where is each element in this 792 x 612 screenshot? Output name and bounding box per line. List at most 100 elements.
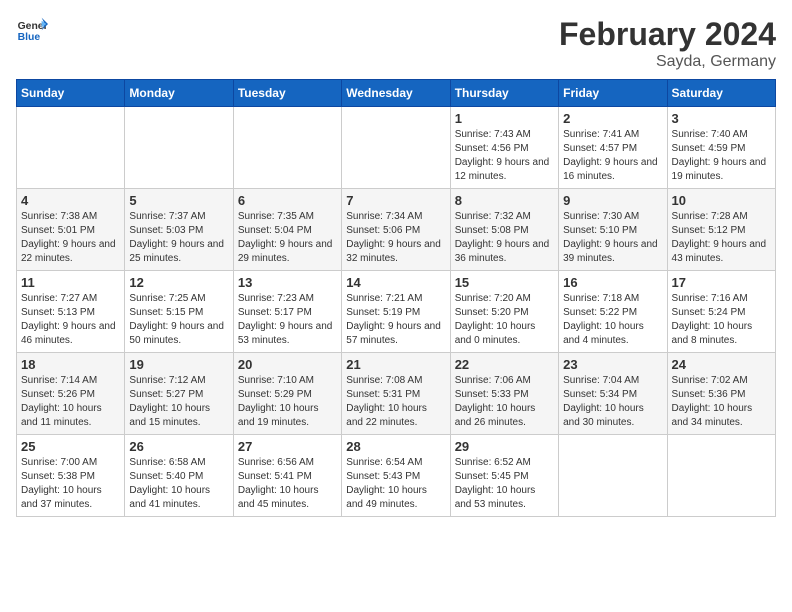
- calendar-cell: 1Sunrise: 7:43 AM Sunset: 4:56 PM Daylig…: [450, 107, 558, 189]
- day-number: 5: [129, 193, 228, 208]
- day-info: Sunrise: 7:18 AM Sunset: 5:22 PM Dayligh…: [563, 292, 662, 348]
- calendar-cell: 14Sunrise: 7:21 AM Sunset: 5:19 PM Dayli…: [342, 271, 450, 353]
- day-number: 19: [129, 357, 228, 372]
- calendar-header: SundayMondayTuesdayWednesdayThursdayFrid…: [17, 80, 776, 107]
- day-number: 15: [455, 275, 554, 290]
- calendar-cell: [233, 107, 341, 189]
- weekday-header-tuesday: Tuesday: [233, 80, 341, 107]
- day-info: Sunrise: 7:25 AM Sunset: 5:15 PM Dayligh…: [129, 292, 228, 348]
- day-number: 23: [563, 357, 662, 372]
- subtitle: Sayda, Germany: [559, 53, 776, 71]
- day-number: 13: [238, 275, 337, 290]
- day-info: Sunrise: 7:41 AM Sunset: 4:57 PM Dayligh…: [563, 128, 662, 184]
- calendar-body: 1Sunrise: 7:43 AM Sunset: 4:56 PM Daylig…: [17, 107, 776, 517]
- weekday-header-friday: Friday: [559, 80, 667, 107]
- day-info: Sunrise: 7:27 AM Sunset: 5:13 PM Dayligh…: [21, 292, 120, 348]
- day-info: Sunrise: 6:56 AM Sunset: 5:41 PM Dayligh…: [238, 456, 337, 512]
- day-number: 22: [455, 357, 554, 372]
- calendar-cell: 16Sunrise: 7:18 AM Sunset: 5:22 PM Dayli…: [559, 271, 667, 353]
- calendar-cell: [667, 435, 775, 517]
- calendar-cell: 26 Sunrise: 6:58 AM Sunset: 5:40 PM Dayli…: [125, 435, 233, 517]
- title-section: February 2024 Sayda, Germany: [559, 16, 776, 71]
- weekday-header-wednesday: Wednesday: [342, 80, 450, 107]
- calendar-cell: 29 Sunrise: 6:52 AM Sunset: 5:45 PM Dayli…: [450, 435, 558, 517]
- calendar-week-4: 25 Sunrise: 7:00 AM Sunset: 5:38 PM Dayli…: [17, 435, 776, 517]
- day-number: 4: [21, 193, 120, 208]
- calendar-cell: 27 Sunrise: 6:56 AM Sunset: 5:41 PM Dayli…: [233, 435, 341, 517]
- day-info: Sunrise: 6:54 AM Sunset: 5:43 PM Dayligh…: [346, 456, 445, 512]
- weekday-header-thursday: Thursday: [450, 80, 558, 107]
- calendar-week-2: 11 Sunrise: 7:27 AM Sunset: 5:13 PM Dayli…: [17, 271, 776, 353]
- day-number: 8: [455, 193, 554, 208]
- day-number: 26: [129, 439, 228, 454]
- day-info: Sunrise: 7:02 AM Sunset: 5:36 PM Dayligh…: [672, 374, 771, 430]
- day-number: 10: [672, 193, 771, 208]
- weekday-header-sunday: Sunday: [17, 80, 125, 107]
- day-number: 11: [21, 275, 120, 290]
- day-number: 12: [129, 275, 228, 290]
- calendar-week-1: 4 Sunrise: 7:38 AM Sunset: 5:01 PM Daylig…: [17, 189, 776, 271]
- day-info: Sunrise: 7:14 AM Sunset: 5:26 PM Dayligh…: [21, 374, 120, 430]
- day-info: Sunrise: 7:37 AM Sunset: 5:03 PM Dayligh…: [129, 210, 228, 266]
- main-title: February 2024: [559, 16, 776, 53]
- calendar-cell: [559, 435, 667, 517]
- calendar-cell: [342, 107, 450, 189]
- calendar-cell: 18 Sunrise: 7:14 AM Sunset: 5:26 PM Dayli…: [17, 353, 125, 435]
- day-number: 24: [672, 357, 771, 372]
- day-number: 17: [672, 275, 771, 290]
- calendar-cell: 4 Sunrise: 7:38 AM Sunset: 5:01 PM Daylig…: [17, 189, 125, 271]
- day-number: 20: [238, 357, 337, 372]
- calendar-cell: 25 Sunrise: 7:00 AM Sunset: 5:38 PM Dayli…: [17, 435, 125, 517]
- calendar-cell: 11 Sunrise: 7:27 AM Sunset: 5:13 PM Dayli…: [17, 271, 125, 353]
- calendar-cell: 5 Sunrise: 7:37 AM Sunset: 5:03 PM Daylig…: [125, 189, 233, 271]
- day-number: 9: [563, 193, 662, 208]
- logo: General Blue: [16, 16, 48, 44]
- day-info: Sunrise: 7:20 AM Sunset: 5:20 PM Dayligh…: [455, 292, 554, 348]
- calendar-cell: 20 Sunrise: 7:10 AM Sunset: 5:29 PM Dayli…: [233, 353, 341, 435]
- day-info: Sunrise: 6:58 AM Sunset: 5:40 PM Dayligh…: [129, 456, 228, 512]
- day-number: 3: [672, 111, 771, 126]
- logo-icon: General Blue: [16, 16, 48, 44]
- calendar-cell: 21 Sunrise: 7:08 AM Sunset: 5:31 PM Dayli…: [342, 353, 450, 435]
- day-info: Sunrise: 7:35 AM Sunset: 5:04 PM Dayligh…: [238, 210, 337, 266]
- day-number: 25: [21, 439, 120, 454]
- calendar-week-0: 1Sunrise: 7:43 AM Sunset: 4:56 PM Daylig…: [17, 107, 776, 189]
- day-info: Sunrise: 6:52 AM Sunset: 5:45 PM Dayligh…: [455, 456, 554, 512]
- calendar-week-3: 18 Sunrise: 7:14 AM Sunset: 5:26 PM Dayli…: [17, 353, 776, 435]
- day-number: 21: [346, 357, 445, 372]
- day-info: Sunrise: 7:16 AM Sunset: 5:24 PM Dayligh…: [672, 292, 771, 348]
- day-info: Sunrise: 7:40 AM Sunset: 4:59 PM Dayligh…: [672, 128, 771, 184]
- day-number: 18: [21, 357, 120, 372]
- day-info: Sunrise: 7:28 AM Sunset: 5:12 PM Dayligh…: [672, 210, 771, 266]
- day-number: 1: [455, 111, 554, 126]
- day-info: Sunrise: 7:34 AM Sunset: 5:06 PM Dayligh…: [346, 210, 445, 266]
- calendar-cell: [17, 107, 125, 189]
- calendar-cell: [125, 107, 233, 189]
- calendar-cell: 7 Sunrise: 7:34 AM Sunset: 5:06 PM Daylig…: [342, 189, 450, 271]
- day-number: 6: [238, 193, 337, 208]
- day-info: Sunrise: 7:32 AM Sunset: 5:08 PM Dayligh…: [455, 210, 554, 266]
- day-info: Sunrise: 7:08 AM Sunset: 5:31 PM Dayligh…: [346, 374, 445, 430]
- weekday-header-row: SundayMondayTuesdayWednesdayThursdayFrid…: [17, 80, 776, 107]
- calendar-cell: 12 Sunrise: 7:25 AM Sunset: 5:15 PM Dayli…: [125, 271, 233, 353]
- day-number: 7: [346, 193, 445, 208]
- day-info: Sunrise: 7:12 AM Sunset: 5:27 PM Dayligh…: [129, 374, 228, 430]
- day-info: Sunrise: 7:10 AM Sunset: 5:29 PM Dayligh…: [238, 374, 337, 430]
- calendar-cell: 2 Sunrise: 7:41 AM Sunset: 4:57 PM Daylig…: [559, 107, 667, 189]
- day-number: 2: [563, 111, 662, 126]
- page-header: General Blue February 2024 Sayda, German…: [16, 16, 776, 71]
- calendar-cell: 19 Sunrise: 7:12 AM Sunset: 5:27 PM Dayli…: [125, 353, 233, 435]
- calendar-cell: 6 Sunrise: 7:35 AM Sunset: 5:04 PM Daylig…: [233, 189, 341, 271]
- day-info: Sunrise: 7:38 AM Sunset: 5:01 PM Dayligh…: [21, 210, 120, 266]
- calendar-cell: 17 Sunrise: 7:16 AM Sunset: 5:24 PM Dayli…: [667, 271, 775, 353]
- day-info: Sunrise: 7:00 AM Sunset: 5:38 PM Dayligh…: [21, 456, 120, 512]
- day-number: 29: [455, 439, 554, 454]
- calendar-cell: 3 Sunrise: 7:40 AM Sunset: 4:59 PM Daylig…: [667, 107, 775, 189]
- day-number: 27: [238, 439, 337, 454]
- weekday-header-monday: Monday: [125, 80, 233, 107]
- day-info: Sunrise: 7:23 AM Sunset: 5:17 PM Dayligh…: [238, 292, 337, 348]
- calendar-cell: 22Sunrise: 7:06 AM Sunset: 5:33 PM Dayli…: [450, 353, 558, 435]
- calendar-cell: 10 Sunrise: 7:28 AM Sunset: 5:12 PM Dayli…: [667, 189, 775, 271]
- calendar-cell: 15 Sunrise: 7:20 AM Sunset: 5:20 PM Dayli…: [450, 271, 558, 353]
- calendar-cell: 23Sunrise: 7:04 AM Sunset: 5:34 PM Dayli…: [559, 353, 667, 435]
